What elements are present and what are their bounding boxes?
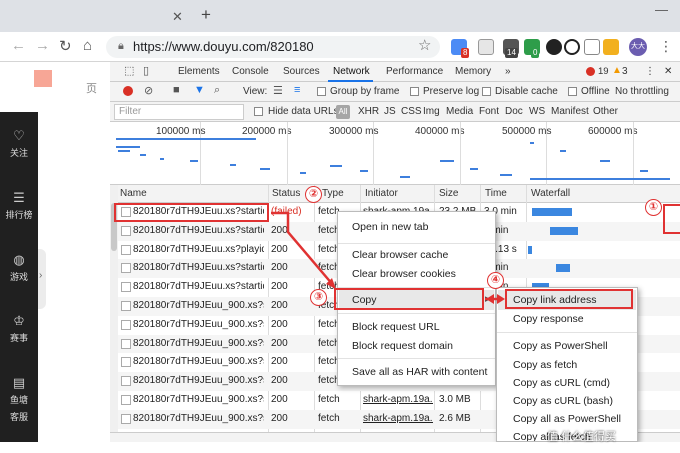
watermark: 值 什么值得买 — [547, 431, 617, 443]
annotation-arrows — [271, 211, 505, 304]
